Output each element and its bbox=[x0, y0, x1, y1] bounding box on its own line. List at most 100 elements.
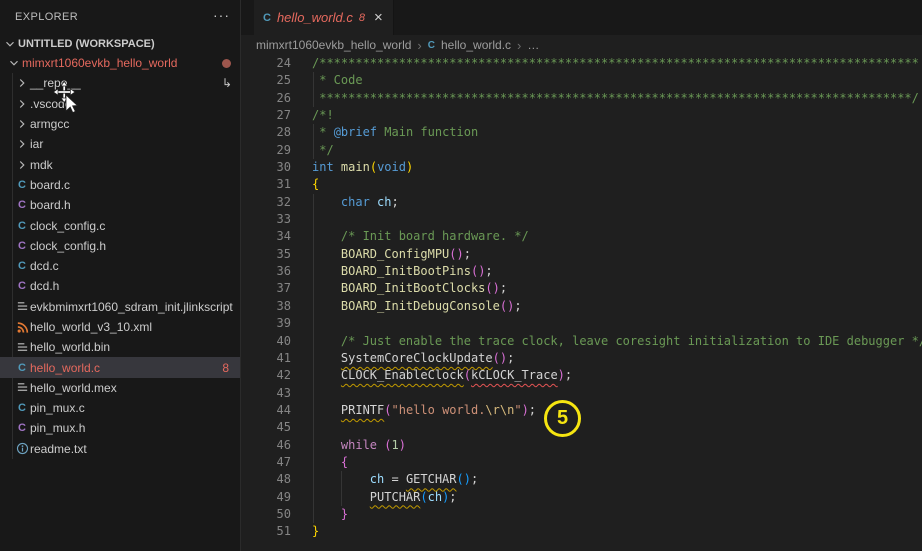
line-number[interactable]: 38 bbox=[241, 298, 291, 315]
code-text: BOARD_InitBootPins(); bbox=[340, 264, 493, 279]
line-number[interactable]: 28 bbox=[241, 124, 291, 141]
tree-file-evkbmimxrt1060_sdram_init.jlinkscript[interactable]: evkbmimxrt1060_sdram_init.jlinkscript bbox=[0, 297, 240, 317]
line-number[interactable]: 33 bbox=[241, 211, 291, 228]
tree-file-clock_config.c[interactable]: Cclock_config.c bbox=[0, 215, 240, 235]
tree-folder-armgcc[interactable]: armgcc bbox=[0, 114, 240, 134]
code-line[interactable]: 24 /*************************************… bbox=[241, 55, 922, 72]
c-header-icon: C bbox=[18, 280, 26, 293]
code-line[interactable]: 42 CLOCK_EnableClock(kCLOCK_Trace); bbox=[241, 367, 922, 384]
line-number[interactable]: 30 bbox=[241, 159, 291, 176]
code-text: char ch; bbox=[340, 194, 399, 209]
tree-file-hello_world.c[interactable]: Chello_world.c 8 bbox=[0, 357, 240, 378]
item-label: clock_config.h bbox=[30, 238, 107, 253]
line-number[interactable]: 43 bbox=[241, 385, 291, 402]
code-text: * Code bbox=[312, 73, 363, 88]
more-actions-icon[interactable]: ··· bbox=[213, 8, 230, 22]
line-number[interactable]: 27 bbox=[241, 107, 291, 124]
code-line[interactable]: 27 /*! bbox=[241, 107, 922, 124]
tree-folder-mimxrt1060evkb_hello_world[interactable]: mimxrt1060evkb_hello_world bbox=[0, 53, 240, 73]
line-number[interactable]: 49 bbox=[241, 489, 291, 506]
code-line[interactable]: 29 */ bbox=[241, 142, 922, 159]
code-line[interactable]: 32 char ch; bbox=[241, 194, 922, 211]
code-line[interactable]: 33 bbox=[241, 211, 922, 228]
line-number[interactable]: 42 bbox=[241, 367, 291, 384]
line-number[interactable]: 32 bbox=[241, 194, 291, 211]
code-line[interactable]: 25 * Code bbox=[241, 72, 922, 89]
code-line[interactable]: 35 BOARD_ConfigMPU(); bbox=[241, 246, 922, 263]
code-line[interactable]: 34 /* Init board hardware. */ bbox=[241, 228, 922, 245]
line-number[interactable]: 41 bbox=[241, 350, 291, 367]
breadcrumb-symbol[interactable]: … bbox=[527, 38, 539, 52]
tree-file-board.c[interactable]: Cboard.c bbox=[0, 175, 240, 195]
line-number[interactable]: 47 bbox=[241, 454, 291, 471]
code-line[interactable]: 26 *************************************… bbox=[241, 90, 922, 107]
tree-file-hello_world.bin[interactable]: hello_world.bin bbox=[0, 337, 240, 357]
tree-folder-iar[interactable]: iar bbox=[0, 134, 240, 154]
breadcrumb-folder[interactable]: mimxrt1060evkb_hello_world bbox=[256, 38, 411, 52]
code-line[interactable]: 48 ch = GETCHAR(); bbox=[241, 471, 922, 488]
line-number[interactable]: 45 bbox=[241, 419, 291, 436]
tree-file-dcd.c[interactable]: Cdcd.c bbox=[0, 256, 240, 276]
code-line[interactable]: 31 { bbox=[241, 176, 922, 193]
line-number[interactable]: 37 bbox=[241, 280, 291, 297]
code-line[interactable]: 28 * @brief Main function bbox=[241, 124, 922, 141]
explorer-sidebar: EXPLORER ··· UNTITLED (WORKSPACE) mimxrt… bbox=[0, 0, 241, 551]
code-line[interactable]: 47 { bbox=[241, 454, 922, 471]
line-number[interactable]: 46 bbox=[241, 437, 291, 454]
workspace-header[interactable]: UNTITLED (WORKSPACE) bbox=[0, 34, 240, 53]
line-number[interactable]: 51 bbox=[241, 523, 291, 540]
line-number[interactable]: 26 bbox=[241, 90, 291, 107]
breadcrumb-file[interactable]: hello_world.c bbox=[441, 38, 511, 52]
code-line[interactable]: 45 bbox=[241, 419, 922, 436]
line-number[interactable]: 39 bbox=[241, 315, 291, 332]
code-editor[interactable]: 24 /*************************************… bbox=[241, 55, 922, 541]
item-label: board.h bbox=[30, 198, 71, 213]
close-icon[interactable]: × bbox=[374, 10, 383, 25]
code-line[interactable]: 39 bbox=[241, 315, 922, 332]
code-line[interactable]: 49 PUTCHAR(ch); bbox=[241, 489, 922, 506]
code-text: /* Just enable the trace clock, leave co… bbox=[340, 333, 922, 348]
tree-file-hello_world.mex[interactable]: hello_world.mex bbox=[0, 378, 240, 398]
code-text: PUTCHAR(ch); bbox=[369, 489, 457, 504]
tree-folder-.vscode[interactable]: .vscode bbox=[0, 94, 240, 114]
code-line[interactable]: 51} bbox=[241, 523, 922, 540]
code-line[interactable]: 40 /* Just enable the trace clock, leave… bbox=[241, 333, 922, 350]
tree-file-clock_config.h[interactable]: Cclock_config.h bbox=[0, 236, 240, 256]
code-line[interactable]: 50 } bbox=[241, 506, 922, 523]
tree-file-hello_world_v3_10.xml[interactable]: hello_world_v3_10.xml bbox=[0, 317, 240, 337]
code-line[interactable]: 37 BOARD_InitBootClocks(); bbox=[241, 280, 922, 297]
code-line[interactable]: 43 bbox=[241, 385, 922, 402]
tree-file-pin_mux.h[interactable]: Cpin_mux.h bbox=[0, 418, 240, 438]
code-line[interactable]: 38 BOARD_InitDebugConsole(); bbox=[241, 298, 922, 315]
tree-file-dcd.h[interactable]: Cdcd.h bbox=[0, 276, 240, 296]
code-line[interactable]: 41 SystemCoreClockUpdate(); bbox=[241, 350, 922, 367]
code-line[interactable]: 44 PRINTF("hello world.\r\n"); bbox=[241, 402, 922, 419]
line-number[interactable]: 29 bbox=[241, 142, 291, 159]
line-number[interactable]: 25 bbox=[241, 72, 291, 89]
code-line[interactable]: 46 while (1) bbox=[241, 437, 922, 454]
line-number[interactable]: 24 bbox=[241, 55, 291, 72]
line-number[interactable]: 35 bbox=[241, 246, 291, 263]
line-number[interactable]: 34 bbox=[241, 228, 291, 245]
indent-guide bbox=[312, 193, 314, 524]
line-number[interactable]: 40 bbox=[241, 333, 291, 350]
tree-file-pin_mux.c[interactable]: Cpin_mux.c bbox=[0, 398, 240, 418]
tree-folder-mdk[interactable]: mdk bbox=[0, 154, 240, 174]
tree-file-readme.txt[interactable]: readme.txt bbox=[0, 439, 240, 459]
code-line[interactable]: 30 int main(void) bbox=[241, 159, 922, 176]
code-text: BOARD_InitDebugConsole(); bbox=[340, 298, 522, 313]
indent-guide bbox=[312, 124, 314, 160]
tree-file-board.h[interactable]: Cboard.h bbox=[0, 195, 240, 215]
line-number[interactable]: 44 bbox=[241, 402, 291, 419]
code-line[interactable]: 36 BOARD_InitBootPins(); bbox=[241, 263, 922, 280]
return-arrow-icon: ↳ bbox=[221, 76, 232, 91]
c-source-icon: C bbox=[18, 178, 26, 191]
tab-hello-world-c[interactable]: C hello_world.c 8 × bbox=[254, 0, 394, 35]
tree-folder-__repo__[interactable]: __repo__ ↳ bbox=[0, 73, 240, 93]
line-number[interactable]: 48 bbox=[241, 471, 291, 488]
line-number[interactable]: 31 bbox=[241, 176, 291, 193]
line-number[interactable]: 50 bbox=[241, 506, 291, 523]
line-number[interactable]: 36 bbox=[241, 263, 291, 280]
